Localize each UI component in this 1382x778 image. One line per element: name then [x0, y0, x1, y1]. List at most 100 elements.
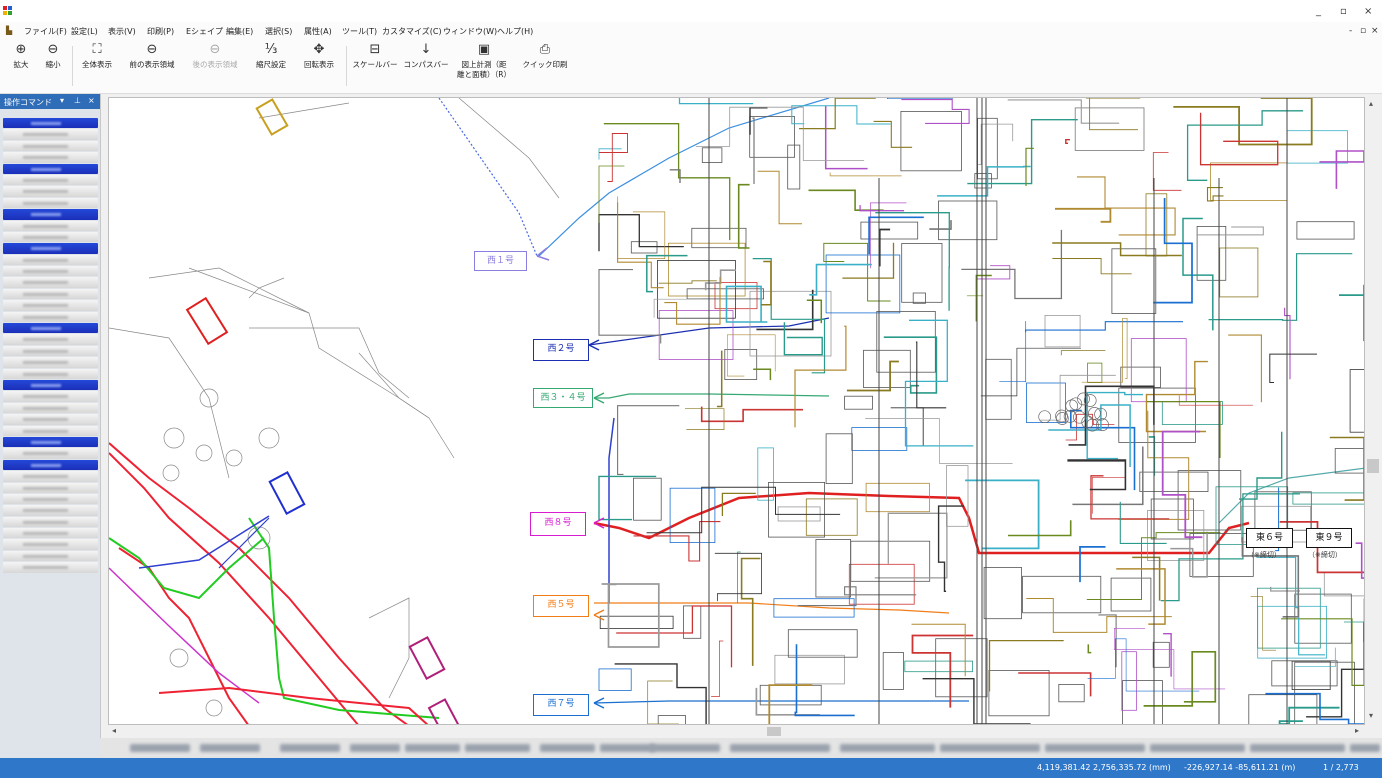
- menu-attribute[interactable]: 属性(A): [304, 26, 332, 37]
- document-tab[interactable]: [405, 744, 460, 752]
- document-tab[interactable]: [1350, 744, 1380, 752]
- document-tab[interactable]: [200, 744, 260, 752]
- menu-customize[interactable]: カスタマイズ(C): [382, 26, 442, 37]
- command-item[interactable]: [3, 174, 98, 186]
- command-item[interactable]: [3, 140, 98, 152]
- scale-bar-button[interactable]: ⊟ スケールバー: [351, 40, 399, 92]
- command-item[interactable]: [3, 197, 98, 209]
- scroll-up-icon[interactable]: ▴: [1369, 99, 1373, 108]
- callout-nishi-2[interactable]: 西２号: [533, 339, 589, 361]
- callout-nishi-8[interactable]: 西８号: [530, 512, 586, 536]
- document-tab[interactable]: [540, 744, 595, 752]
- minimize-window-button[interactable]: _: [1316, 6, 1321, 17]
- command-item[interactable]: [3, 345, 98, 357]
- scroll-right-icon[interactable]: ▸: [1355, 726, 1359, 735]
- command-group-header[interactable]: [3, 323, 98, 334]
- quick-print-button[interactable]: ⎙ クイック印刷: [520, 40, 570, 92]
- command-group-header[interactable]: [3, 379, 98, 391]
- scale-setting-button[interactable]: ⅓ 縮尺設定: [250, 40, 292, 92]
- close-window-button[interactable]: ×: [1364, 6, 1372, 17]
- command-item[interactable]: [3, 311, 98, 323]
- horizontal-scrollbar[interactable]: ◂ ▸: [108, 725, 1365, 738]
- document-tab[interactable]: [600, 744, 655, 752]
- vertical-scroll-thumb[interactable]: [1367, 459, 1379, 473]
- command-item[interactable]: [3, 550, 98, 562]
- previous-view-button[interactable]: ⊖ 前の表示領域: [123, 40, 181, 92]
- menu-file[interactable]: ファイル(F): [24, 26, 67, 37]
- document-tab[interactable]: [650, 744, 720, 752]
- command-item[interactable]: [3, 391, 98, 402]
- mdi-restore-button[interactable]: ▫: [1360, 26, 1366, 36]
- document-tab[interactable]: [350, 744, 400, 752]
- command-group-header[interactable]: [3, 118, 98, 129]
- command-item[interactable]: [3, 482, 98, 493]
- command-item[interactable]: [3, 562, 98, 573]
- vertical-scrollbar[interactable]: ▴ ▾: [1365, 97, 1382, 725]
- menu-eshape[interactable]: Eシェイプ: [186, 26, 223, 37]
- command-item[interactable]: [3, 471, 98, 482]
- next-view-button[interactable]: ⊖ 後の表示領域: [186, 40, 244, 92]
- mdi-minimize-button[interactable]: -: [1349, 26, 1352, 36]
- menu-print[interactable]: 印刷(P): [147, 26, 174, 37]
- command-item[interactable]: [3, 402, 98, 414]
- command-item[interactable]: [3, 414, 98, 425]
- command-group-header[interactable]: [3, 459, 98, 471]
- restore-window-button[interactable]: ▫: [1340, 6, 1347, 17]
- command-item[interactable]: [3, 448, 98, 459]
- command-item[interactable]: [3, 357, 98, 368]
- command-group-header[interactable]: [3, 209, 98, 220]
- command-item[interactable]: [3, 528, 98, 539]
- command-item[interactable]: [3, 254, 98, 266]
- panel-dropdown-icon[interactable]: ▾: [60, 96, 64, 105]
- menu-window[interactable]: ウィンドウ(W): [443, 26, 497, 37]
- document-tab[interactable]: [130, 744, 190, 752]
- callout-nishi-3-4[interactable]: 西３・４号: [533, 388, 593, 408]
- fit-all-button[interactable]: ⛶ 全体表示: [76, 40, 118, 92]
- command-item[interactable]: [3, 266, 98, 277]
- command-item[interactable]: [3, 505, 98, 516]
- zoom-in-button[interactable]: ⊕ 拡大: [6, 40, 36, 92]
- command-item[interactable]: [3, 516, 98, 528]
- panel-pin-icon[interactable]: ⊥: [74, 96, 81, 105]
- document-tab[interactable]: [1150, 744, 1245, 752]
- callout-nishi-7[interactable]: 西７号: [533, 694, 589, 716]
- callout-higashi-9[interactable]: 東９号: [1306, 528, 1352, 548]
- document-tab[interactable]: [940, 744, 1040, 752]
- command-item[interactable]: [3, 129, 98, 140]
- command-group-header[interactable]: [3, 163, 98, 174]
- document-tab[interactable]: [1045, 744, 1145, 752]
- scroll-down-icon[interactable]: ▾: [1369, 711, 1373, 720]
- command-item[interactable]: [3, 152, 98, 163]
- document-tab[interactable]: [730, 744, 830, 752]
- mdi-close-button[interactable]: ×: [1371, 26, 1379, 36]
- command-item[interactable]: [3, 300, 98, 311]
- document-tab[interactable]: [1250, 744, 1345, 752]
- scroll-left-icon[interactable]: ◂: [112, 726, 116, 735]
- document-tab[interactable]: [465, 744, 530, 752]
- command-group-header[interactable]: [3, 436, 98, 448]
- document-tab[interactable]: [280, 744, 340, 752]
- callout-higashi-6[interactable]: 東６号: [1246, 528, 1293, 548]
- menu-tools[interactable]: ツール(T): [342, 26, 377, 37]
- horizontal-scroll-thumb[interactable]: [767, 727, 781, 736]
- command-item[interactable]: [3, 539, 98, 550]
- menu-settings[interactable]: 設定(L): [71, 26, 98, 37]
- compass-bar-button[interactable]: ↓ コンパスバー: [402, 40, 450, 92]
- zoom-out-button[interactable]: ⊖ 縮小: [38, 40, 68, 92]
- command-group-header[interactable]: [3, 243, 98, 254]
- menu-view[interactable]: 表示(V): [108, 26, 136, 37]
- rotate-view-button[interactable]: ✥ 回転表示: [297, 40, 341, 92]
- command-item[interactable]: [3, 231, 98, 243]
- callout-nishi-1[interactable]: 西１号: [474, 251, 527, 271]
- command-item[interactable]: [3, 493, 98, 505]
- panel-close-icon[interactable]: ×: [88, 96, 95, 105]
- command-item[interactable]: [3, 425, 98, 436]
- command-item[interactable]: [3, 220, 98, 231]
- map-canvas[interactable]: 西１号 西２号 西３・４号 西８号 西５号 西７号 東６号 （※締切） 東９号 …: [108, 97, 1365, 725]
- command-item[interactable]: [3, 186, 98, 197]
- callout-nishi-5[interactable]: 西５号: [533, 595, 589, 617]
- document-tab[interactable]: [840, 744, 935, 752]
- command-item[interactable]: [3, 288, 98, 300]
- measure-button[interactable]: ▣ 図上計測（距 離と面積）（R）: [453, 40, 515, 92]
- menu-select[interactable]: 選択(S): [265, 26, 292, 37]
